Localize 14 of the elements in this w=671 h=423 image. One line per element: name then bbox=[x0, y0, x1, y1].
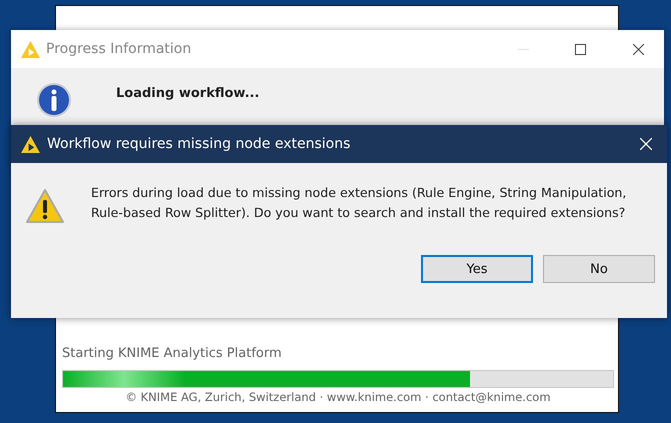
loading-message: Loading workflow... bbox=[116, 86, 260, 101]
info-icon bbox=[36, 82, 72, 118]
maximize-icon[interactable] bbox=[575, 44, 586, 54]
warning-icon bbox=[25, 188, 65, 224]
window-title: Progress Information bbox=[46, 41, 192, 57]
dialog-button[interactable]: Yes bbox=[421, 255, 533, 283]
triangle-logo-icon bbox=[21, 136, 40, 152]
splash-status-text: Starting KNIME Analytics Platform bbox=[62, 346, 283, 361]
dialog-title: Workflow requires missing node extensions bbox=[47, 136, 352, 152]
dialog-message: Errors during load due to missing node extensions (Rule Engine, String Manipulation, Rule-based Row Splitter). Do you want to search and install the required extensions? bbox=[91, 184, 628, 222]
dialog-button[interactable]: No bbox=[543, 255, 655, 283]
triangle-logo-icon bbox=[21, 40, 40, 58]
copyright-text: © KNIME AG, Zurich, Switzerland · www.knime.com · contact@knime.com bbox=[124, 390, 552, 404]
close-icon[interactable] bbox=[633, 44, 644, 54]
